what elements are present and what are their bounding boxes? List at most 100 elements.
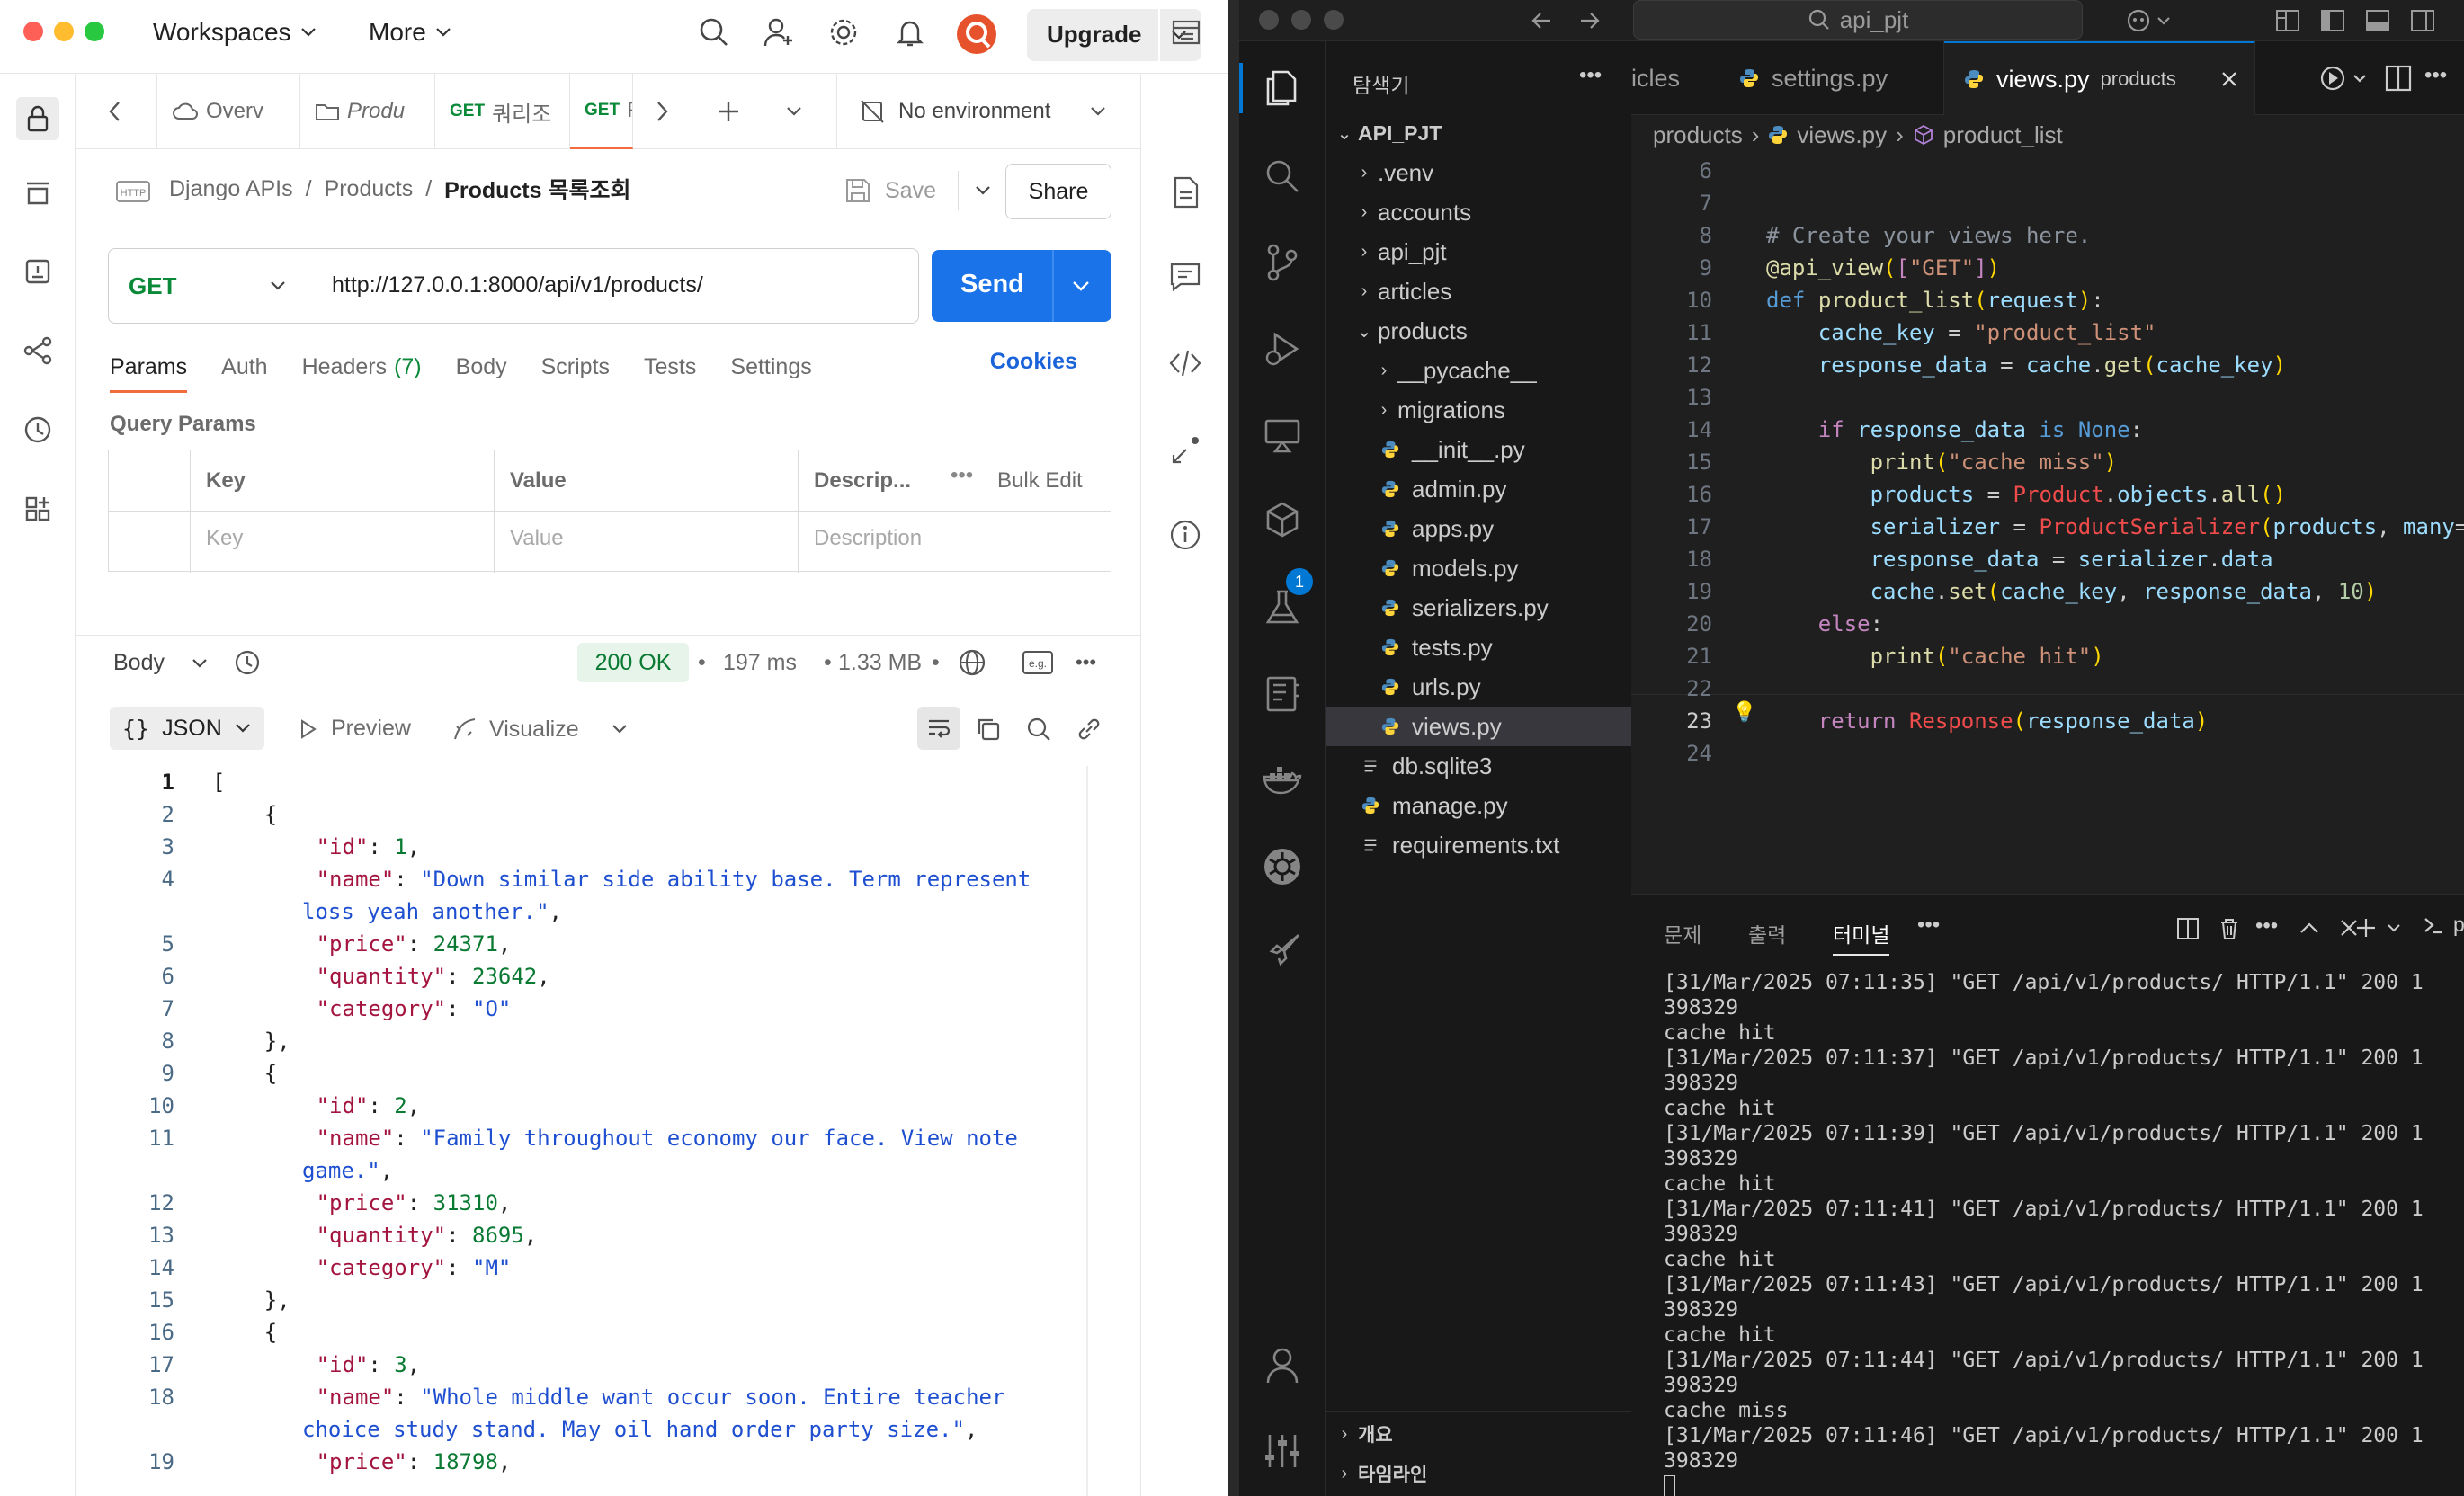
share-button[interactable]: Share [1005,164,1111,219]
avatar[interactable] [955,13,998,56]
file-item[interactable]: models.py [1326,548,1631,588]
terminal-shell-label[interactable]: python3.10 [2423,913,2464,937]
search-icon[interactable] [1025,716,1052,743]
send-button[interactable]: Send [932,250,1111,322]
outline-section[interactable]: › 개요 [1326,1414,1631,1454]
search-icon[interactable] [1261,155,1304,198]
info-icon[interactable] [1168,518,1202,552]
tab-tests[interactable]: Tests [644,354,696,380]
workspaces-menu[interactable]: Workspaces [153,16,317,49]
new-tab-plus-icon[interactable] [716,99,741,124]
breadcrumb-symbol[interactable]: product_list [1943,121,2063,149]
tab-headers[interactable]: Headers (7) [302,354,422,380]
tab-terminal[interactable]: 터미널 [1833,918,1890,956]
folder-item[interactable]: › api_pjt [1326,232,1631,272]
toggle-panel-icon[interactable] [2365,9,2390,32]
notifications-bell-icon[interactable] [894,16,926,49]
file-item[interactable]: __init__.py [1326,430,1631,469]
code-editor[interactable]: 6 7 8 # Create your views here. 9 @api_view([… [1631,155,2464,894]
visualize-button[interactable]: Visualize [451,716,628,743]
tab-products-folder[interactable]: Produ [300,74,435,149]
search-icon[interactable] [698,16,730,49]
more-options-icon[interactable]: ••• [1076,651,1096,674]
breadcrumb-file[interactable]: views.py [1797,121,1887,149]
history-icon[interactable] [20,412,56,448]
folder-item[interactable]: › migrations [1326,390,1631,430]
description-input[interactable]: Description [814,526,922,551]
minimize-window-button[interactable] [1291,10,1311,30]
tab-auth[interactable]: Auth [221,354,267,380]
tab-settings[interactable]: Settings [730,354,811,380]
extensions-icon[interactable] [1261,500,1304,543]
split-editor-icon[interactable] [2385,65,2412,92]
scrollbar-track[interactable] [1086,766,1088,1496]
file-item[interactable]: views.py [1326,707,1631,746]
testing-flask-icon[interactable] [1261,586,1304,629]
file-item[interactable]: tests.py [1326,628,1631,667]
remote-explorer-icon[interactable] [1261,414,1304,457]
environment-selector[interactable]: No environment [836,74,1133,149]
tab-scripts[interactable]: Scripts [541,354,610,380]
tab-overview[interactable]: Overv [156,74,300,149]
close-window-button[interactable] [23,22,43,41]
apps-grid-icon[interactable] [20,491,56,527]
response-json-viewer[interactable]: 1 [2 {3 "id": 1, 4 "name": "Down similar s… [126,766,1115,1496]
tab-products-request[interactable]: GET P [570,74,633,149]
minimize-window-button[interactable] [54,22,74,41]
comments-icon[interactable] [1168,261,1202,293]
tab-views-py[interactable]: views.py products [1944,41,2255,115]
flows-icon[interactable] [20,333,56,369]
chevron-down-icon[interactable] [612,724,628,735]
file-item[interactable]: db.sqlite3 [1326,746,1631,786]
environments-icon[interactable] [20,254,56,289]
chevron-down-icon[interactable] [2387,923,2401,932]
chevron-down-icon[interactable] [975,185,991,196]
terminal-more-icon[interactable]: ••• [2255,913,2278,939]
close-window-button[interactable] [1259,10,1279,30]
account-icon[interactable] [1261,1343,1304,1386]
status-badge[interactable]: 200 OK [577,643,689,682]
preview-button[interactable]: Preview [297,716,411,742]
response-size[interactable]: 1.33 MB [838,650,922,676]
arrow-right-icon[interactable] [1577,9,1601,32]
copilot-icon[interactable] [2124,7,2174,34]
run-python-file-icon[interactable] [2320,65,2374,92]
invite-user-icon[interactable] [763,16,795,49]
panel-more-icon[interactable]: ••• [1917,913,1940,938]
command-center-search[interactable]: api_pjt [1633,0,2083,40]
notebook-icon[interactable] [1261,672,1304,716]
globe-icon[interactable] [957,647,987,678]
response-body-dropdown[interactable]: Body [113,650,208,676]
breadcrumb-collection[interactable]: Django APIs [169,176,293,202]
maximize-window-button[interactable] [85,22,104,41]
file-item[interactable]: admin.py [1326,469,1631,509]
tab-params[interactable]: Params [110,354,187,380]
folder-item[interactable]: › .venv [1326,153,1631,192]
toggle-secondary-sidebar-icon[interactable] [2410,9,2435,32]
save-button[interactable]: Save [844,171,991,210]
split-terminal-icon[interactable] [2176,917,2200,940]
copy-icon[interactable] [975,716,1002,743]
bulk-edit-button[interactable]: Bulk Edit [997,468,1083,494]
folder-item[interactable]: › articles [1326,272,1631,311]
lightbulb-icon[interactable]: 💡 [1732,701,1756,724]
file-item[interactable]: serializers.py [1326,588,1631,628]
breadcrumb-folder[interactable]: Products [325,176,414,202]
folder-item[interactable]: › __pycache__ [1326,351,1631,390]
related-collections-icon[interactable] [1168,432,1204,468]
arrow-left-icon[interactable] [1531,9,1554,32]
history-icon[interactable] [232,647,263,678]
chevron-left-icon[interactable] [108,101,121,122]
environment-quick-look-icon[interactable] [1168,14,1204,50]
lock-icon[interactable] [16,97,59,140]
explorer-root[interactable]: ⌄ API_PJT [1326,113,1631,153]
cookies-link[interactable]: Cookies [990,349,1077,375]
timeline-section[interactable]: › 타임라인 [1326,1454,1631,1493]
url-input[interactable]: http://127.0.0.1:8000/api/v1/products/ [332,272,703,298]
tab-articles[interactable]: icles [1631,41,1719,115]
maximize-window-button[interactable] [1324,10,1344,30]
settings-gear-icon[interactable] [827,16,860,49]
http-method-select[interactable]: GET [109,249,308,323]
link-icon[interactable] [1076,716,1103,743]
chevron-down-icon[interactable] [1072,280,1090,292]
